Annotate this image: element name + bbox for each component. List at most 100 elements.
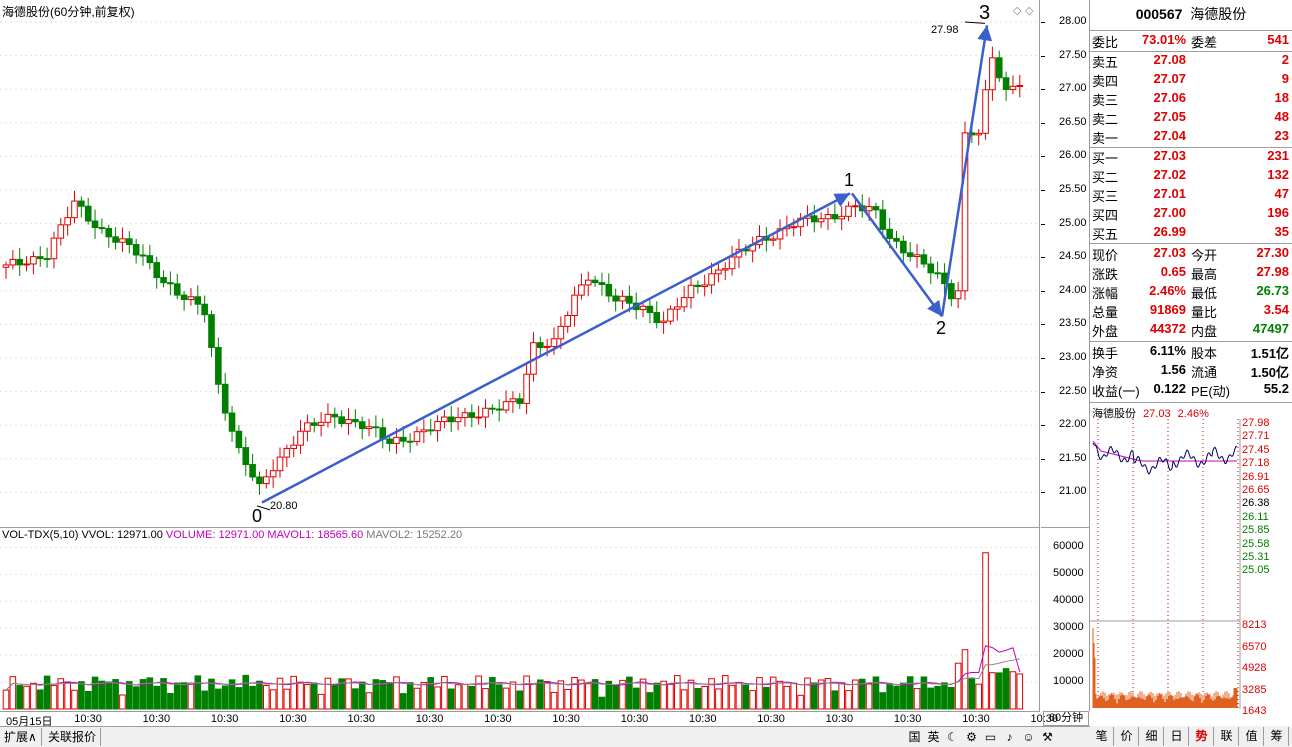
weicha-value: 541 xyxy=(1267,32,1289,47)
candle-body xyxy=(1016,84,1024,87)
row-value: 27.06 xyxy=(1153,90,1186,105)
row-label: 卖三 xyxy=(1092,93,1119,108)
row-label-2: 股本 xyxy=(1191,346,1218,361)
mini-price-label: 27.18 xyxy=(1242,457,1270,470)
intraday-mini-chart[interactable]: 海德股份 27.03 2.46% 27.98 27.71 27.45 27.18 26.… xyxy=(1090,402,1292,717)
wave-1-2-trendline xyxy=(850,192,944,318)
time-tick: 10:30 xyxy=(279,713,307,725)
main-chart-panel[interactable]: 海德股份(60分钟,前复权) 3 1 2 0 27.98 20.80 ◇ ◇ xyxy=(0,0,1040,528)
user-icon[interactable]: ☺ xyxy=(1020,729,1037,746)
volume-bar xyxy=(365,692,373,710)
candle-body xyxy=(591,279,599,284)
diamond-icon[interactable]: ◇ xyxy=(1013,4,1021,17)
candle-body xyxy=(290,444,297,449)
right-tab-0[interactable]: 笔 xyxy=(1090,727,1114,746)
volume-chart-panel[interactable]: VOL-TDX(5,10) VVOL: 12971.00 VOLUME: 129… xyxy=(0,528,1040,711)
volume-bar xyxy=(811,682,818,710)
volume-bar xyxy=(543,681,551,710)
row-volume: 35 xyxy=(1274,224,1289,239)
row-label-2: 流通 xyxy=(1191,365,1218,380)
moon-icon[interactable]: ☾ xyxy=(944,729,961,746)
right-tab-7[interactable]: 筹 xyxy=(1265,727,1289,746)
volume-axis-label: 10000 xyxy=(1053,675,1084,688)
time-tick: 10:30 xyxy=(689,713,717,725)
candle-body xyxy=(811,215,818,223)
volume-bar xyxy=(989,672,996,710)
row-volume: 26.73 xyxy=(1256,283,1289,298)
candle-body xyxy=(386,438,393,444)
time-tick: 10:30 xyxy=(552,713,580,725)
volume-bar xyxy=(831,690,839,710)
stock-header: 000567 海德股份 xyxy=(1090,4,1292,30)
candle-body xyxy=(132,243,140,256)
mini-stock-name: 海德股份 xyxy=(1092,408,1136,420)
volume-bars[interactable] xyxy=(0,528,1040,711)
volume-bar xyxy=(201,690,208,710)
right-tab-6[interactable]: 值 xyxy=(1240,727,1264,746)
mini-volume-label: 3285 xyxy=(1242,683,1267,696)
candle-body xyxy=(502,401,510,411)
right-tab-1[interactable]: 价 xyxy=(1115,727,1139,746)
candle-body xyxy=(680,297,688,308)
price-axis-label: 24.50 xyxy=(1059,250,1087,263)
mini-price-label: 27.98 xyxy=(1242,417,1270,429)
row-value: 27.04 xyxy=(1153,128,1186,143)
period-selector[interactable]: 60分钟 xyxy=(1043,711,1089,726)
guo-icon[interactable]: 国 xyxy=(906,729,923,746)
candle-body xyxy=(201,303,208,316)
candle-body xyxy=(358,421,366,430)
candle-body xyxy=(886,228,893,239)
candle-body xyxy=(304,422,311,432)
volume-bar xyxy=(906,676,914,710)
english-icon[interactable]: 英 xyxy=(925,729,942,746)
candle-body xyxy=(84,205,92,222)
mini-price-line xyxy=(1092,442,1238,475)
volume-bar xyxy=(728,684,736,710)
candle-body xyxy=(1009,85,1017,91)
candle-body xyxy=(543,345,551,349)
right-tab-2[interactable]: 细 xyxy=(1140,727,1164,746)
candle-body xyxy=(352,419,359,423)
settings-diamond-icon[interactable]: ◇ xyxy=(1025,4,1033,17)
candle-body xyxy=(646,305,654,314)
volume-bar xyxy=(283,688,291,710)
volume-bar xyxy=(680,689,688,710)
right-tab-5[interactable]: 联 xyxy=(1215,727,1239,746)
stat-row: 涨幅 2.46% 最低 26.73 xyxy=(1090,283,1292,302)
volume-bar xyxy=(584,683,592,710)
time-tick: 10:30 xyxy=(484,713,512,725)
wrench-icon[interactable]: ⚒ xyxy=(1039,729,1056,746)
volume-bar xyxy=(626,676,633,710)
row-volume: 132 xyxy=(1267,167,1289,182)
candle-body xyxy=(427,429,434,432)
volume-bar xyxy=(317,693,325,710)
expand-tab[interactable]: 扩展∧ xyxy=(0,728,42,746)
row-volume: 47 xyxy=(1274,186,1289,201)
mini-volume-label: 6570 xyxy=(1242,640,1267,653)
volume-bar xyxy=(468,685,476,710)
row-volume: 2 xyxy=(1281,52,1289,67)
volume-bar xyxy=(1016,673,1024,710)
row-label: 涨跌 xyxy=(1092,267,1119,282)
keyboard-icon[interactable]: ▭ xyxy=(982,729,999,746)
related-quotes-tab[interactable]: 关联报价 xyxy=(44,728,102,746)
row-label: 现价 xyxy=(1092,248,1119,263)
right-tab-4[interactable]: 势 xyxy=(1190,727,1214,746)
candle-body xyxy=(557,325,565,340)
candle-body xyxy=(598,282,606,286)
volume-bar xyxy=(934,685,941,710)
row-label: 卖五 xyxy=(1092,55,1119,70)
candle-body xyxy=(660,320,667,324)
volume-bar xyxy=(660,680,667,710)
volume-bar xyxy=(105,681,113,710)
candlestick-chart[interactable] xyxy=(0,0,1040,528)
music-icon[interactable]: ♪ xyxy=(1001,729,1018,746)
volume-bar xyxy=(612,684,619,710)
volume-bar xyxy=(591,679,599,710)
row-value: 27.01 xyxy=(1153,186,1186,201)
gear-icon[interactable]: ⚙ xyxy=(963,729,980,746)
candle-body xyxy=(769,238,777,241)
weibi-value: 73.01% xyxy=(1141,32,1186,47)
right-tab-3[interactable]: 日 xyxy=(1165,727,1189,746)
volume-bar xyxy=(975,683,983,710)
